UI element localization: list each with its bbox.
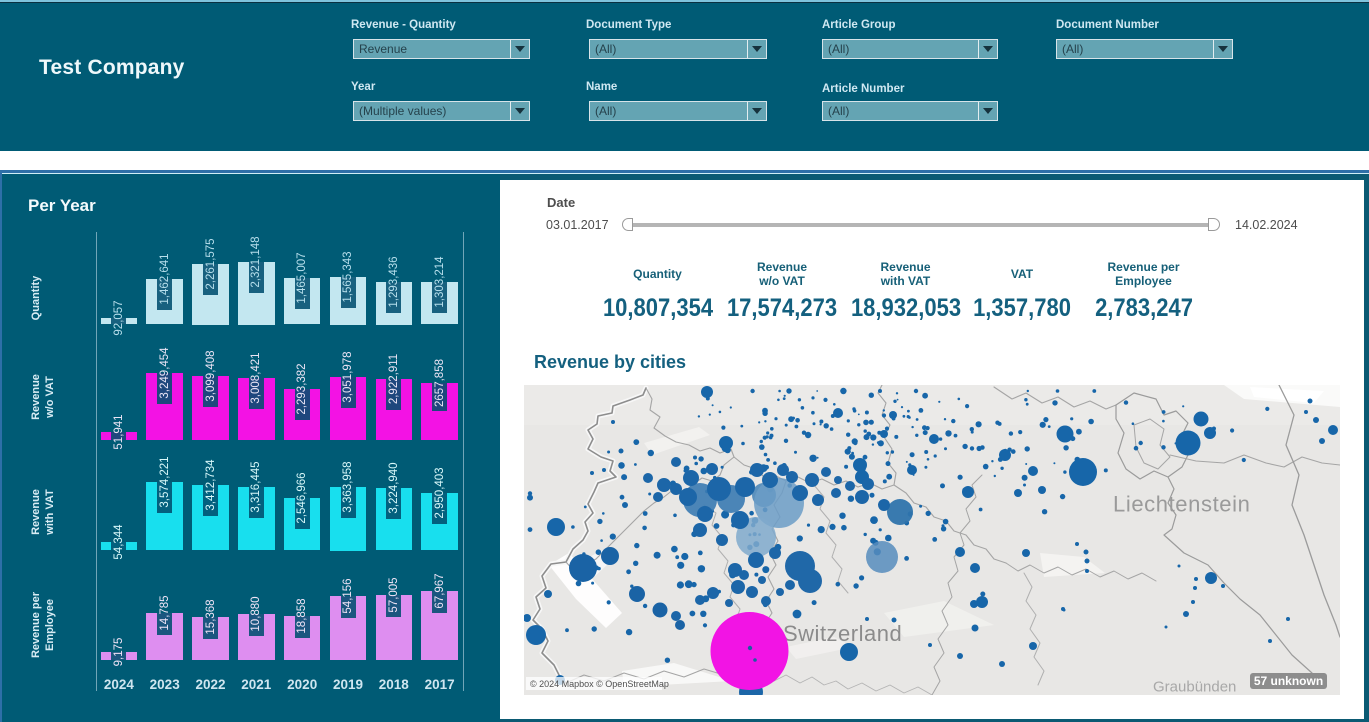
svg-text:Switzerland: Switzerland [783, 621, 902, 646]
svg-text:Liechtenstein: Liechtenstein [1113, 492, 1250, 517]
svg-text:57 unknown: 57 unknown [1254, 674, 1323, 688]
svg-text:Graubünden: Graubünden [1153, 679, 1236, 695]
svg-text:© 2024 Mapbox © OpenStreetMap: © 2024 Mapbox © OpenStreetMap [530, 679, 669, 689]
